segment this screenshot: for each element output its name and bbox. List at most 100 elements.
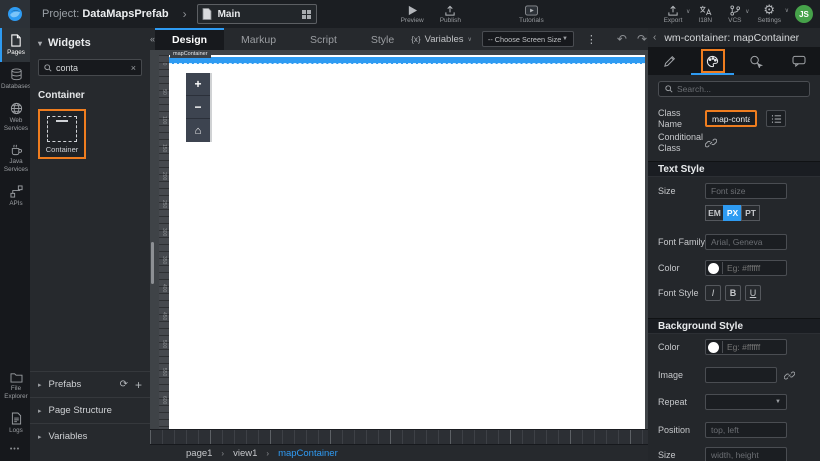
caret-down-icon: ▾ bbox=[38, 39, 42, 48]
prefabs-section[interactable]: ▸ Prefabs ⟳ + bbox=[30, 371, 150, 397]
background-size-input[interactable] bbox=[705, 447, 787, 461]
tab-markup[interactable]: Markup bbox=[224, 28, 293, 50]
zoom-out-button[interactable]: − bbox=[186, 96, 210, 119]
i18n-button[interactable]: I18N bbox=[698, 5, 712, 24]
underline-button[interactable]: U bbox=[745, 285, 761, 301]
widgets-panel-header[interactable]: ▾ Widgets bbox=[30, 28, 150, 57]
tab-events[interactable] bbox=[777, 47, 820, 75]
undo-icon[interactable]: ↶ bbox=[617, 33, 627, 45]
background-color-input[interactable] bbox=[722, 341, 786, 353]
caret-right-icon: ▸ bbox=[38, 433, 42, 441]
bind-link-icon[interactable] bbox=[784, 370, 795, 381]
select-arrow-icon: ▼ bbox=[775, 399, 781, 405]
container-widget[interactable]: Container bbox=[38, 109, 86, 159]
export-button[interactable]: ∨ Export bbox=[664, 5, 683, 24]
class-list-button[interactable] bbox=[766, 110, 786, 127]
settings-button[interactable]: ⚙ ∨ Settings bbox=[758, 4, 782, 24]
branch-icon bbox=[729, 5, 741, 16]
unit-em-button[interactable]: EM bbox=[705, 205, 724, 221]
ruler-label: 300 bbox=[161, 228, 167, 236]
background-repeat-select[interactable]: ▼ bbox=[705, 394, 787, 410]
canvas-toolbar: « Design Markup Script Style {x} Variabl… bbox=[150, 28, 648, 50]
unit-px-button[interactable]: PX bbox=[723, 205, 742, 221]
redo-icon[interactable]: ↷ bbox=[637, 33, 647, 45]
breadcrumb-separator-icon: › bbox=[221, 449, 224, 458]
left-navigation-rail: Pages Databases Web Services Java Servic… bbox=[0, 28, 30, 461]
italic-button[interactable]: I bbox=[705, 285, 721, 301]
tab-properties[interactable] bbox=[648, 47, 691, 75]
kebab-menu-icon[interactable]: ⋮ bbox=[586, 33, 597, 46]
text-color-input[interactable] bbox=[722, 262, 786, 274]
vertical-scrollbar[interactable] bbox=[151, 242, 154, 284]
rail-item-java-services[interactable]: Java Services bbox=[0, 137, 30, 179]
rail-item-apis[interactable]: APIs bbox=[0, 179, 30, 213]
rail-label: Databases bbox=[1, 83, 31, 91]
font-family-input[interactable] bbox=[705, 234, 787, 250]
unit-pt-button[interactable]: PT bbox=[741, 205, 760, 221]
export-icon bbox=[667, 5, 679, 16]
color-swatch[interactable] bbox=[708, 342, 719, 353]
tab-style[interactable]: Style bbox=[354, 28, 411, 50]
widgets-panel: ▾ Widgets × Container Container ▸ Prefab… bbox=[30, 28, 150, 461]
selected-map-container[interactable] bbox=[169, 57, 645, 64]
user-avatar[interactable]: JS bbox=[795, 5, 813, 23]
widget-search-input[interactable] bbox=[56, 63, 131, 73]
back-icon[interactable]: ‹ bbox=[653, 32, 656, 43]
ruler-label: 450 bbox=[161, 312, 167, 320]
text-style-section-header: Text Style bbox=[648, 161, 820, 177]
logs-icon bbox=[11, 412, 22, 425]
more-options-icon[interactable]: ••• bbox=[0, 440, 30, 461]
add-prefab-icon[interactable]: + bbox=[135, 378, 142, 392]
palette-icon bbox=[706, 55, 719, 68]
class-name-label: Class Name bbox=[658, 108, 705, 130]
tab-design[interactable]: Design bbox=[155, 28, 224, 50]
breadcrumb-page1[interactable]: page1 bbox=[186, 448, 212, 459]
properties-panel: ‹ wm-container: mapContainer bbox=[648, 28, 820, 461]
tutorials-button[interactable]: Tutorials bbox=[519, 5, 544, 24]
font-size-input[interactable] bbox=[705, 183, 787, 199]
map-zoom-control: + − ⌂ bbox=[186, 73, 210, 142]
bind-link-icon[interactable] bbox=[705, 137, 717, 149]
vcs-button[interactable]: ∨ VCS bbox=[728, 5, 741, 24]
variables-dropdown-button[interactable]: {x} Variables ∨ bbox=[411, 34, 472, 45]
font-family-label: Font Family bbox=[658, 237, 705, 248]
tab-inspector[interactable] bbox=[734, 47, 777, 75]
clear-search-icon[interactable]: × bbox=[131, 63, 136, 73]
chat-icon bbox=[792, 55, 806, 67]
zoom-in-button[interactable]: + bbox=[186, 73, 210, 96]
breadcrumb-map-container[interactable]: mapContainer bbox=[278, 448, 338, 459]
page-structure-section[interactable]: ▸ Page Structure bbox=[30, 397, 150, 423]
variables-section[interactable]: ▸ Variables bbox=[30, 423, 150, 449]
page-structure-label: Page Structure bbox=[49, 405, 112, 416]
i18n-label: I18N bbox=[698, 17, 712, 24]
page-selector[interactable]: Main bbox=[197, 4, 317, 24]
screen-size-select[interactable]: -- Choose Screen Size -- ▼ bbox=[482, 31, 574, 47]
rail-item-logs[interactable]: Logs bbox=[0, 406, 30, 440]
bold-button[interactable]: B bbox=[725, 285, 741, 301]
rail-item-pages[interactable]: Pages bbox=[0, 28, 30, 62]
rail-item-web-services[interactable]: Web Services bbox=[0, 96, 30, 138]
color-swatch[interactable] bbox=[708, 263, 719, 274]
publish-button[interactable]: Publish bbox=[440, 5, 461, 24]
pages-icon bbox=[10, 34, 22, 47]
rail-item-file-explorer[interactable]: File Explorer bbox=[0, 366, 30, 406]
preview-button[interactable]: Preview bbox=[401, 5, 424, 24]
class-name-input[interactable] bbox=[705, 110, 757, 127]
design-canvas[interactable]: mapContainer + − ⌂ bbox=[169, 55, 645, 429]
background-image-label: Image bbox=[658, 370, 705, 381]
properties-search-input[interactable] bbox=[677, 84, 803, 94]
background-image-input[interactable] bbox=[705, 367, 777, 383]
prefabs-label: Prefabs bbox=[49, 379, 82, 390]
tab-script[interactable]: Script bbox=[293, 28, 354, 50]
breadcrumb-view1[interactable]: view1 bbox=[233, 448, 257, 459]
properties-panel-tabs bbox=[648, 47, 820, 75]
vcs-label: VCS bbox=[728, 17, 741, 24]
pencil-icon bbox=[663, 55, 676, 68]
rail-item-databases[interactable]: Databases bbox=[0, 62, 30, 96]
background-position-input[interactable] bbox=[705, 422, 787, 438]
refresh-icon[interactable]: ⟳ bbox=[120, 379, 128, 390]
coffee-icon bbox=[10, 143, 23, 156]
zoom-home-button[interactable]: ⌂ bbox=[186, 119, 210, 142]
app-logo[interactable] bbox=[0, 0, 30, 28]
tab-styles[interactable] bbox=[691, 47, 734, 75]
